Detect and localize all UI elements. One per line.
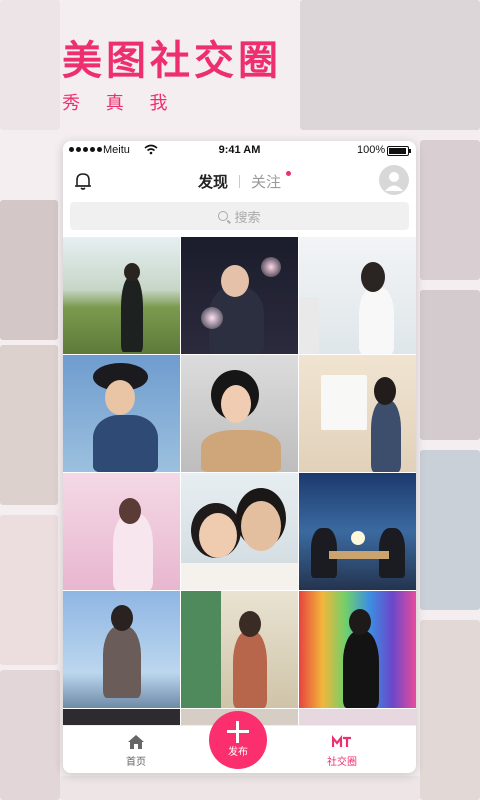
background-photo — [0, 670, 60, 800]
publish-button[interactable]: 发布 — [209, 711, 267, 769]
photo-tile[interactable] — [63, 591, 180, 708]
photo-tile[interactable] — [299, 355, 416, 472]
status-bar: Meitu 9:41 AM 100% — [63, 141, 416, 161]
bell-icon[interactable] — [72, 170, 94, 192]
background-photo — [420, 620, 480, 800]
background-photo — [420, 450, 480, 610]
notification-dot — [286, 171, 291, 176]
photo-tile[interactable] — [299, 237, 416, 354]
background-photo — [420, 140, 480, 280]
background-photo — [60, 776, 420, 800]
background-photo — [0, 200, 58, 340]
social-circle-icon — [332, 734, 351, 747]
photo-tile[interactable] — [63, 473, 180, 590]
search-icon — [218, 211, 229, 221]
photo-tile[interactable] — [299, 591, 416, 708]
phone-screen: Meitu 9:41 AM 100% 发现 关注 搜索 首页 发布 社交圈 — [63, 141, 416, 773]
background-photo — [0, 345, 58, 505]
publish-label: 发布 — [228, 747, 248, 758]
photo-tile[interactable] — [63, 355, 180, 472]
nav-social-circle[interactable]: 社交圈 — [317, 734, 367, 768]
home-icon — [128, 735, 144, 749]
tab-discover[interactable]: 发现 — [198, 171, 228, 192]
photo-tile[interactable] — [181, 237, 298, 354]
nav-home[interactable]: 首页 — [111, 734, 161, 768]
avatar-icon — [385, 172, 403, 191]
nav-home-label: 首页 — [126, 757, 146, 768]
search-placeholder: 搜索 — [234, 210, 261, 226]
tab-divider — [239, 175, 240, 188]
photo-tile[interactable] — [299, 473, 416, 590]
hero-title: 美图社交圈 — [62, 38, 282, 84]
photo-tile[interactable] — [63, 237, 180, 354]
photo-tile[interactable] — [181, 591, 298, 708]
avatar[interactable] — [379, 165, 409, 195]
nav-social-label: 社交圈 — [327, 757, 357, 768]
bottom-nav: 首页 发布 社交圈 — [63, 711, 416, 773]
background-photo — [0, 515, 58, 665]
photo-tile[interactable] — [181, 355, 298, 472]
battery-percent: 100% — [357, 144, 386, 156]
background-photo — [0, 0, 60, 130]
battery-icon — [387, 146, 411, 156]
hero-subtitle: 秀 真 我 — [62, 93, 178, 114]
search-bar[interactable]: 搜索 — [70, 202, 409, 230]
photo-tile[interactable] — [181, 473, 298, 590]
background-photo — [420, 290, 480, 440]
tab-following[interactable]: 关注 — [251, 171, 281, 192]
background-photo — [300, 0, 480, 130]
